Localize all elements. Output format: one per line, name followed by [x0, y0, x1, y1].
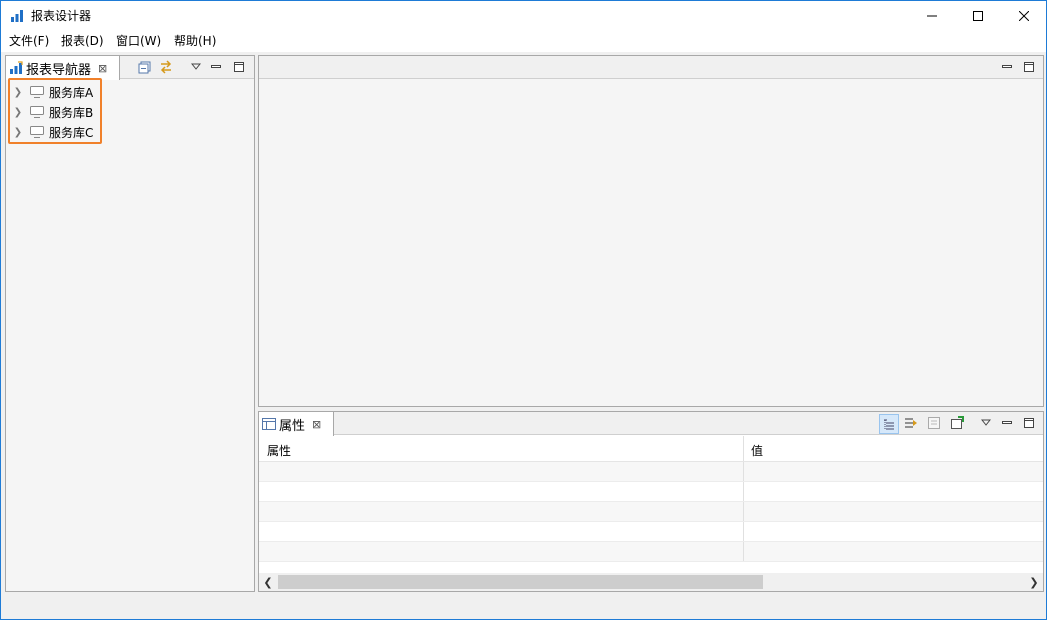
chevron-down-icon [981, 419, 991, 426]
maximize-icon [973, 11, 983, 21]
menu-bar: 文件(F) 报表(D) 窗口(W) 帮助(H) [1, 31, 1046, 52]
navigator-tree: ❯ 服务库A ❯ 服务库B ❯ 服务库C [8, 82, 253, 142]
column-divider [743, 502, 744, 521]
properties-minimize-button[interactable] [1000, 416, 1014, 430]
menu-file[interactable]: 文件(F) [9, 34, 49, 49]
properties-header: 属性 ⊠ [259, 412, 1043, 436]
collapse-all-button[interactable] [137, 60, 151, 74]
minimize-icon [211, 65, 221, 68]
tree-item-server-b[interactable]: ❯ 服务库B [8, 102, 253, 122]
menu-help[interactable]: 帮助(H) [174, 34, 216, 49]
properties-panel: 属性 ⊠ 属性 值 ❮ ❯ [258, 411, 1044, 592]
scroll-right-icon[interactable]: ❯ [1025, 573, 1043, 591]
navigator-header: 报表导航器 ⊠ [6, 56, 254, 80]
minimize-icon [927, 15, 937, 17]
minimize-button[interactable] [909, 1, 955, 31]
close-button[interactable] [1001, 1, 1046, 31]
show-advanced-button[interactable] [904, 416, 918, 430]
column-divider [743, 462, 744, 481]
column-divider [743, 542, 744, 561]
title-bar: 报表设计器 [1, 1, 1046, 31]
table-row [259, 542, 1043, 562]
categories-icon [884, 419, 894, 430]
table-row [259, 462, 1043, 482]
tree-item-label: 服务库C [49, 125, 94, 140]
minimize-icon [1002, 65, 1012, 68]
chevron-right-icon[interactable]: ❯ [11, 127, 25, 138]
app-window: 报表设计器 文件(F) 报表(D) 窗口(W) 帮助(H) 报表导航器 ⊠ ❯ … [0, 0, 1047, 620]
maximize-icon [1024, 62, 1034, 72]
maximize-button[interactable] [955, 1, 1001, 31]
tree-item-server-c[interactable]: ❯ 服务库C [8, 122, 253, 142]
link-arrows-icon [160, 60, 172, 74]
properties-maximize-button[interactable] [1022, 416, 1036, 430]
table-row [259, 482, 1043, 502]
restore-default-icon [928, 417, 940, 429]
chevron-down-icon [191, 63, 201, 70]
table-row [259, 502, 1043, 522]
close-icon [1019, 11, 1029, 21]
table-header-row: 属性 值 [259, 436, 1043, 462]
editor-area [258, 55, 1044, 407]
filter-arrows-icon [905, 418, 917, 428]
scroll-left-icon[interactable]: ❮ [259, 573, 277, 591]
editor-maximize-button[interactable] [1022, 60, 1036, 74]
app-chart-icon [11, 10, 23, 22]
scrollbar-thumb[interactable] [278, 575, 763, 589]
tab-report-navigator[interactable]: 报表导航器 ⊠ [6, 56, 120, 80]
column-divider[interactable] [743, 436, 744, 461]
server-icon [30, 106, 44, 118]
server-icon [30, 126, 44, 138]
navigator-close-icon[interactable]: ⊠ [98, 62, 107, 75]
panel-maximize-button[interactable] [232, 60, 246, 74]
chevron-right-icon[interactable]: ❯ [11, 107, 25, 118]
chevron-right-icon[interactable]: ❯ [11, 87, 25, 98]
horizontal-scrollbar[interactable]: ❮ ❯ [259, 573, 1043, 591]
properties-table: 属性 值 [259, 436, 1043, 573]
tree-item-label: 服务库A [49, 85, 94, 100]
minimize-icon [1002, 421, 1012, 424]
report-navigator-icon [10, 61, 23, 74]
tree-item-label: 服务库B [49, 105, 94, 120]
panel-minimize-button[interactable] [209, 60, 223, 74]
view-menu-button[interactable] [189, 60, 203, 74]
column-header-value[interactable]: 值 [751, 442, 763, 459]
table-row [259, 522, 1043, 542]
edit-pencil-icon [951, 416, 964, 429]
report-navigator-panel: 报表导航器 ⊠ ❯ 服务库A ❯ 服务库B ❯ 服务库C [5, 55, 255, 592]
collapse-all-icon [138, 61, 150, 73]
window-title: 报表设计器 [31, 9, 92, 23]
navigator-tab-label: 报表导航器 [26, 62, 92, 78]
column-header-property[interactable]: 属性 [267, 442, 291, 459]
properties-view-menu-button[interactable] [979, 416, 993, 430]
properties-close-icon[interactable]: ⊠ [312, 418, 321, 431]
properties-tab-label: 属性 [279, 418, 306, 434]
show-categories-button[interactable] [879, 414, 899, 434]
pin-editor-button[interactable] [950, 416, 964, 430]
link-editor-button[interactable] [159, 60, 173, 74]
properties-table-icon [262, 418, 276, 430]
restore-default-button[interactable] [927, 416, 941, 430]
tab-properties[interactable]: 属性 ⊠ [259, 412, 334, 436]
editor-minimize-button[interactable] [1000, 60, 1014, 74]
menu-window[interactable]: 窗口(W) [116, 34, 161, 49]
column-divider [743, 482, 744, 501]
server-icon [30, 86, 44, 98]
menu-report[interactable]: 报表(D) [61, 34, 104, 49]
editor-header [259, 56, 1043, 79]
maximize-icon [1024, 418, 1034, 428]
tree-item-server-a[interactable]: ❯ 服务库A [8, 82, 253, 102]
maximize-icon [234, 62, 244, 72]
column-divider [743, 522, 744, 541]
